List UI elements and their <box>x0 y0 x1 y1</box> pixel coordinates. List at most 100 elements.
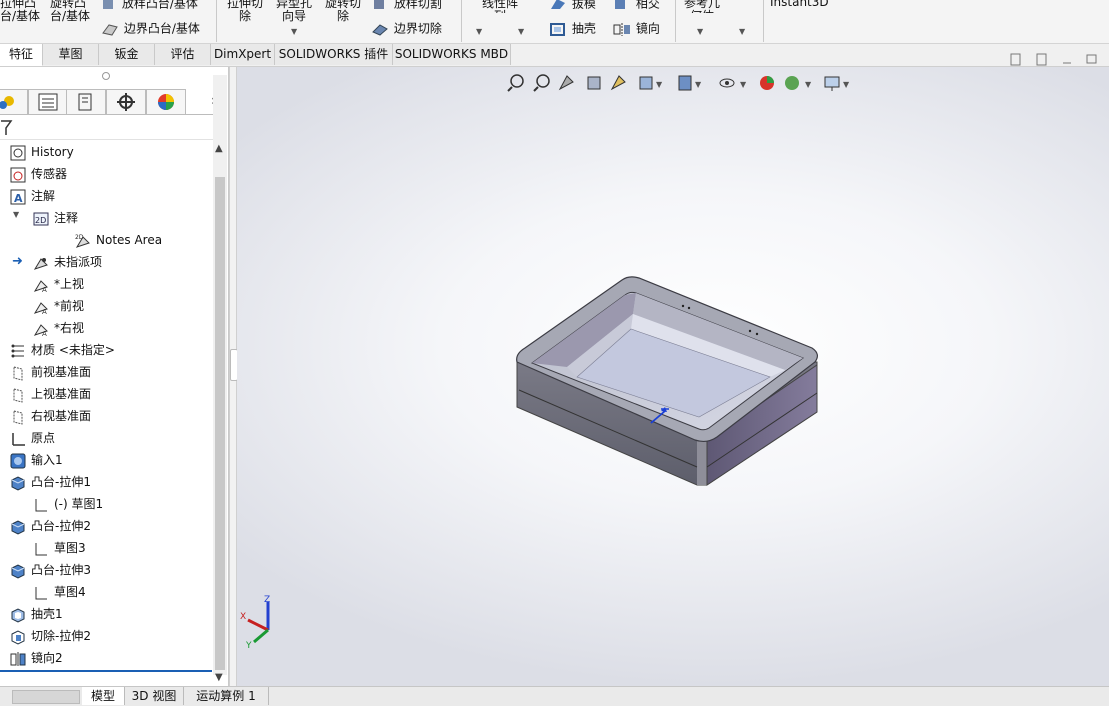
boundary-cut-button[interactable]: 边界切除 <box>370 21 442 37</box>
tree-item-label: 右视基准面 <box>31 409 92 423</box>
feature-tree: History 传感器 A 注解 2D 注释 2D Notes Area 未指派项 A *上视 A *前… <box>0 141 212 681</box>
expand-chevron-icon[interactable]: ▼ <box>13 210 19 219</box>
ribbon-separator <box>675 0 676 42</box>
tree-item[interactable]: History <box>10 141 74 163</box>
shell-button[interactable]: 抽壳 <box>548 21 596 37</box>
tree-item[interactable]: A *上视 <box>33 273 84 295</box>
tree-item[interactable]: 凸台-拉伸3 <box>10 559 91 581</box>
tree-item[interactable]: A *右视 <box>33 317 84 339</box>
property-manager-tab[interactable] <box>28 89 68 114</box>
tab-solidworks-mbd[interactable]: SOLIDWORKS MBD <box>393 44 511 65</box>
edit-appearance-icon[interactable] <box>760 76 774 90</box>
tree-item[interactable]: 上视基准面 <box>10 383 91 405</box>
tab-scroll-arrows-icon[interactable] <box>12 690 80 704</box>
apply-scene-icon[interactable]: ▼ <box>785 76 812 90</box>
tree-item-label: Notes Area <box>96 233 163 247</box>
zoom-to-fit-icon[interactable] <box>507 74 524 92</box>
tree-item[interactable]: 原点 <box>10 427 55 449</box>
hole-wizard-dropdown-icon[interactable]: ▼ <box>291 27 297 36</box>
tile-left-icon[interactable] <box>1010 53 1021 66</box>
zoom-to-area-icon[interactable] <box>533 74 550 92</box>
tree-item[interactable]: 2D 注释 <box>33 207 78 229</box>
tab-evaluate[interactable]: 评估 <box>155 44 211 65</box>
curves-dropdown-icon[interactable]: ▼ <box>739 27 745 36</box>
tab-motion-study-1[interactable]: 运动算例 1 <box>184 687 269 705</box>
tab-sketch[interactable]: 草图 <box>43 44 99 65</box>
tab-features[interactable]: 特征 <box>0 44 43 66</box>
reference-geometry-button[interactable]: 参考几 何体 <box>680 0 724 13</box>
tree-item[interactable]: 2D Notes Area <box>75 229 162 251</box>
loft-cut-button[interactable]: 放样切割 <box>370 0 442 11</box>
tree-item[interactable]: 切除-拉伸2 <box>10 625 91 647</box>
tab-dimxpert[interactable]: DimXpert <box>211 44 275 65</box>
loft-boss-button[interactable]: 放样凸台/基体 <box>100 0 198 11</box>
hide-show-items-icon[interactable]: ▼ <box>719 78 747 89</box>
annotation-icon: A <box>10 189 26 205</box>
configuration-manager-tab[interactable] <box>66 89 106 114</box>
pattern-dropdown-icon[interactable]: ▼ <box>518 27 524 36</box>
rib-dropdown-icon[interactable]: ▼ <box>476 27 482 36</box>
display-manager-tab[interactable] <box>146 89 186 114</box>
boundary-boss-button[interactable]: 边界凸台/基体 <box>100 21 200 37</box>
filter-icon[interactable] <box>0 118 14 138</box>
tree-filter-bar[interactable] <box>0 114 224 140</box>
view-orientation-icon[interactable]: ▼ <box>639 76 663 90</box>
rollback-bar[interactable] <box>0 670 212 672</box>
part-model[interactable] <box>237 67 1109 686</box>
tree-item[interactable]: 未指派项 <box>33 251 102 273</box>
tree-item[interactable]: 抽壳1 <box>10 603 63 625</box>
tab-solidworks-addins[interactable]: SOLIDWORKS 插件 <box>275 44 393 65</box>
tree-item[interactable]: 镜向2 <box>10 647 63 669</box>
hole-wizard-label: 异型孔 向导 <box>275 0 312 23</box>
svg-text:▼: ▼ <box>656 80 663 89</box>
tab-3d-view[interactable]: 3D 视图 <box>125 687 184 705</box>
extrude-boss-button[interactable]: 拉伸凸 台/基体 <box>0 0 44 23</box>
tree-item[interactable]: A *前视 <box>33 295 84 317</box>
tree-item[interactable]: 传感器 <box>10 163 67 185</box>
tab-sheet-metal[interactable]: 钣金 <box>99 44 155 65</box>
tile-right-icon[interactable] <box>1036 53 1047 66</box>
graphics-viewport[interactable]: Z X Y <box>237 53 1109 686</box>
tree-item[interactable]: (-) 草图1 <box>33 493 103 515</box>
svg-text:A: A <box>42 308 47 315</box>
hole-wizard-button[interactable]: 异型孔 向导 <box>272 0 316 23</box>
panel-splitter[interactable] <box>229 67 238 686</box>
extrude-cut-button[interactable]: 拉伸切 除 <box>222 0 268 23</box>
tree-scrollbar-thumb[interactable] <box>215 177 225 670</box>
intersect-button[interactable]: 相交 <box>612 0 660 11</box>
reference-geometry-dropdown-icon[interactable]: ▼ <box>697 27 703 36</box>
reference-geometry-label: 参考几 何体 <box>683 0 720 13</box>
tab-model[interactable]: 模型 <box>82 687 125 705</box>
draft-icon <box>551 0 565 9</box>
tree-item[interactable]: 草图4 <box>33 581 86 603</box>
feature-tree-tab[interactable] <box>0 89 28 114</box>
display-style-icon[interactable]: ▼ <box>678 75 702 91</box>
instant3d-button[interactable]: Instant3D <box>770 0 829 9</box>
revolve-cut-button[interactable]: 旋转切 除 <box>320 0 366 23</box>
tree-item[interactable]: 前视基准面 <box>10 361 91 383</box>
tree-item[interactable]: 凸台-拉伸1 <box>10 471 91 493</box>
dynamic-annotation-icon[interactable] <box>610 75 626 91</box>
scroll-down-icon[interactable]: ▼ <box>215 672 223 683</box>
scroll-up-icon[interactable]: ▲ <box>215 143 223 154</box>
tree-item[interactable]: 右视基准面 <box>10 405 91 427</box>
linear-pattern-label: 线性阵 列 <box>481 0 518 13</box>
tree-item[interactable]: 草图3 <box>33 537 86 559</box>
draft-button[interactable]: 拔模 <box>548 0 596 11</box>
svg-text:▼: ▼ <box>695 80 702 89</box>
restore-icon[interactable] <box>1086 54 1097 64</box>
panel-grip-icon[interactable] <box>102 72 110 80</box>
tree-item[interactable]: A 注解 <box>10 185 55 207</box>
mirror-button[interactable]: 镜向 <box>612 21 660 37</box>
tree-item[interactable]: 材质 <未指定> <box>10 339 115 361</box>
material-icon <box>11 344 24 357</box>
dimxpert-manager-tab[interactable] <box>106 89 146 114</box>
draft-label: 拔模 <box>571 0 596 11</box>
linear-pattern-button[interactable]: 线性阵 列 <box>470 0 530 13</box>
tree-item[interactable]: 凸台-拉伸2 <box>10 515 91 537</box>
view-settings-icon[interactable]: ▼ <box>824 76 850 91</box>
previous-view-icon[interactable] <box>558 75 574 91</box>
tree-item[interactable]: 输入1 <box>10 449 63 471</box>
revolve-boss-button[interactable]: 旋转凸 台/基体 <box>50 0 96 23</box>
section-view-icon[interactable] <box>587 76 601 90</box>
